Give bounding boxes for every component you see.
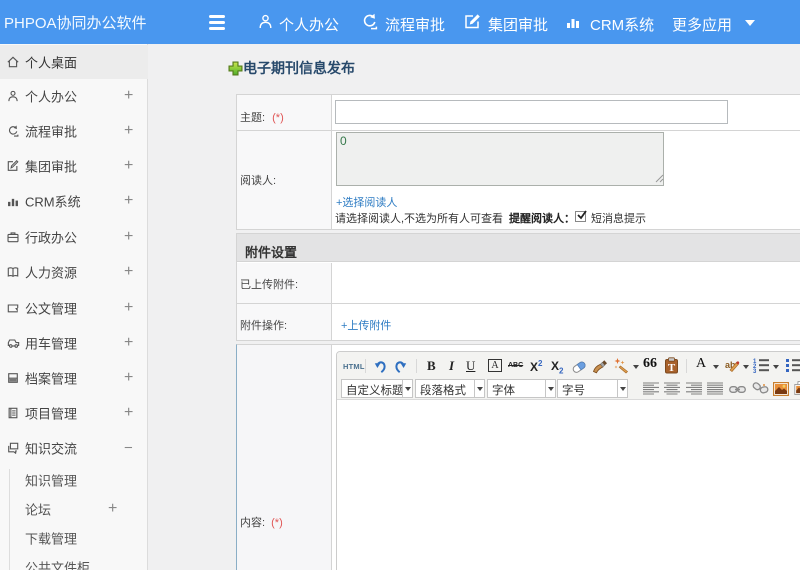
- svg-text:T: T: [668, 362, 676, 374]
- svg-text:3: 3: [753, 369, 757, 373]
